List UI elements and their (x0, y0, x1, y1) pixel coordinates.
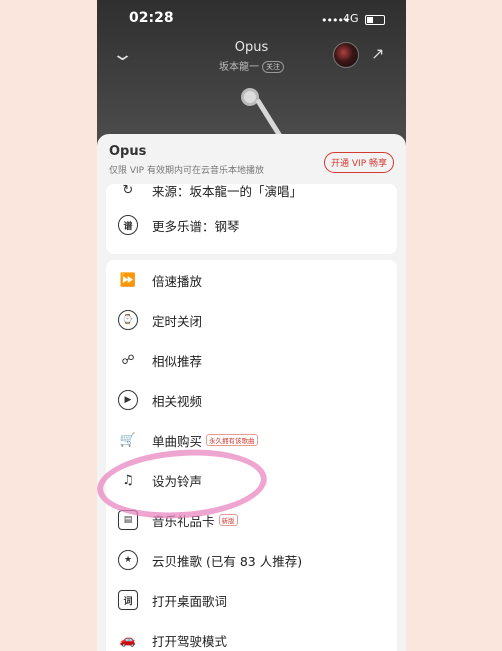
car-icon: 🚗 (119, 632, 137, 648)
follow-button[interactable]: 关注 (262, 61, 284, 73)
menu-item-similar[interactable]: ☍ 相似推荐 (106, 340, 397, 380)
more-options-sheet: Opus 仅限 VIP 有效期内可在云音乐本地播放 开通 VIP 畅享 ↻ 来源… (97, 134, 406, 651)
menu-item-label: 设为铃声 (152, 473, 203, 489)
needle-arm (255, 98, 283, 139)
menu-item-label: 更多乐谱：钢琴 (152, 218, 240, 234)
status-bar: 02:28 ••••• 4G (97, 10, 406, 32)
menu-item-label: 定时关闭 (152, 313, 203, 329)
video-icon: ▶ (118, 390, 138, 410)
menu-item-label: 云贝推歌 (已有 83 人推荐) (152, 553, 303, 569)
recommend-icon: ★ (118, 550, 138, 570)
menu-item-tag: 永久拥有该歌曲 (206, 434, 258, 446)
avatar[interactable] (333, 42, 359, 68)
menu-item-desktop-lyrics[interactable]: 词 打开桌面歌词 (106, 580, 397, 620)
menu-item-label: 来源：坂本龍一的「演唱」 (152, 184, 303, 199)
menu-item-label: 打开桌面歌词 (152, 593, 228, 609)
similar-icon: ☍ (121, 352, 135, 368)
menu-item-tag: 新版 (218, 514, 238, 526)
menu-item-label: 打开驾驶模式 (152, 633, 228, 649)
cart-icon: 🛒 (119, 432, 137, 448)
menu-item-driving-mode[interactable]: 🚗 打开驾驶模式 (106, 620, 397, 651)
share-icon[interactable]: ↗ (371, 44, 384, 63)
menu-item-label: 相似推荐 (152, 353, 203, 369)
status-time: 02:28 (129, 10, 174, 26)
vip-button[interactable]: 开通 VIP 畅享 (324, 152, 394, 173)
menu-item-speed[interactable]: ⏩ 倍速播放 (106, 260, 397, 300)
menu-item-sheet-music[interactable]: 谱 更多乐谱：钢琴 (106, 205, 397, 245)
ringtone-icon: ♫ (122, 472, 134, 488)
menu-item-video[interactable]: ▶ 相关视频 (106, 380, 397, 420)
battery-icon (365, 15, 385, 25)
sheet-header: Opus 仅限 VIP 有效期内可在云音乐本地播放 开通 VIP 畅享 (109, 144, 394, 188)
speed-icon: ⏩ (119, 272, 137, 288)
source-icon: ↻ (122, 184, 134, 198)
phone-screen: 02:28 ••••• 4G ⌄ Opus 坂本龍一 关注 ↗ Opus 仅限 V… (97, 0, 406, 651)
menu-item-label: 相关视频 (152, 393, 203, 409)
network-label: 4G (343, 12, 359, 25)
options-card: ⏩ 倍速播放 ⌚ 定时关闭 ☍ 相似推荐 ▶ 相关视频 🛒 单曲购买 永久拥有该… (106, 260, 397, 651)
info-card: ↻ 来源：坂本龍一的「演唱」 谱 更多乐谱：钢琴 (106, 184, 397, 254)
menu-item-label: 音乐礼品卡 (152, 513, 215, 529)
menu-item-ringtone[interactable]: ♫ 设为铃声 (106, 460, 397, 500)
menu-item-timer[interactable]: ⌚ 定时关闭 (106, 300, 397, 340)
artist-line: 坂本龍一 关注 (97, 58, 406, 73)
song-title: Opus (234, 40, 269, 55)
menu-item-label: 倍速播放 (152, 273, 203, 289)
artist-name[interactable]: 坂本龍一 (219, 62, 259, 73)
timer-icon: ⌚ (118, 310, 138, 330)
menu-item-gift-card[interactable]: ▤ 音乐礼品卡 新版 (106, 500, 397, 540)
card-icon: ▤ (118, 510, 138, 530)
menu-item-recommend[interactable]: ★ 云贝推歌 (已有 83 人推荐) (106, 540, 397, 580)
player-header: ⌄ Opus 坂本龍一 关注 ↗ (97, 36, 406, 76)
menu-item-source[interactable]: ↻ 来源：坂本龍一的「演唱」 (106, 184, 397, 205)
menu-item-label: 单曲购买 (152, 433, 203, 449)
menu-item-purchase[interactable]: 🛒 单曲购买 永久拥有该歌曲 (106, 420, 397, 460)
sheet-music-icon: 谱 (118, 215, 138, 235)
lyrics-icon: 词 (118, 590, 138, 610)
